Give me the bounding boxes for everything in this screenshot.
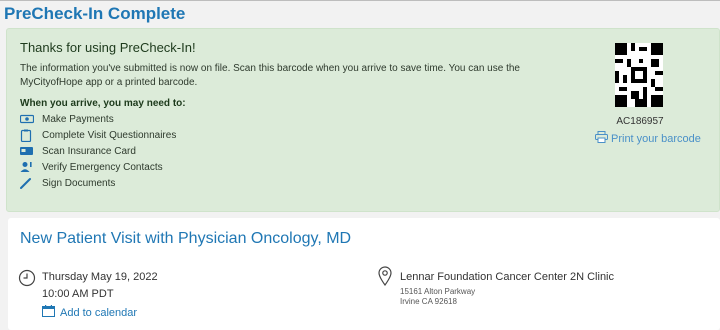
arrive-heading: When you arrive, you may need to: bbox=[20, 98, 186, 109]
task-label: Make Payments bbox=[42, 113, 114, 125]
print-barcode-link[interactable]: Print your barcode bbox=[595, 131, 701, 146]
task-label: Scan Insurance Card bbox=[42, 145, 136, 157]
page-title: PreCheck-In Complete bbox=[4, 4, 186, 23]
success-title: Thanks for using PreCheck-In! bbox=[20, 40, 196, 55]
address-line-2: Irvine CA 92618 bbox=[400, 297, 457, 306]
arrival-task-list: Make Payments Complete Visit Questionnai… bbox=[20, 111, 176, 191]
task-label: Complete Visit Questionnaires bbox=[42, 129, 177, 141]
success-message: The information you've submitted is now … bbox=[20, 63, 520, 88]
task-label: Sign Documents bbox=[42, 177, 116, 189]
visit-date: Thursday May 19, 2022 bbox=[42, 271, 158, 283]
task-scan-insurance-card: Scan Insurance Card bbox=[20, 143, 176, 159]
calendar-icon bbox=[42, 305, 55, 320]
location-name: Lennar Foundation Cancer Center 2N Clini… bbox=[400, 271, 615, 283]
task-verify-emergency-contacts: Verify Emergency Contacts bbox=[20, 159, 176, 175]
location-pin-icon bbox=[378, 266, 392, 286]
task-sign-documents: Sign Documents bbox=[20, 175, 176, 191]
print-barcode-label: Print your barcode bbox=[611, 132, 701, 145]
top-divider bbox=[0, 0, 720, 1]
clock-icon bbox=[18, 269, 36, 287]
visit-time: 10:00 AM PDT bbox=[42, 288, 114, 300]
task-visit-questionnaires: Complete Visit Questionnaires bbox=[20, 127, 176, 143]
task-label: Verify Emergency Contacts bbox=[42, 161, 163, 173]
task-make-payments: Make Payments bbox=[20, 111, 176, 127]
precheckin-success-panel: Thanks for using PreCheck-In! The inform… bbox=[6, 28, 720, 212]
contacts-icon bbox=[20, 161, 42, 173]
visit-title[interactable]: New Patient Visit with Physician Oncolog… bbox=[20, 230, 351, 248]
pen-icon bbox=[20, 177, 42, 189]
barcode-code: AC186957 bbox=[616, 116, 664, 127]
questionnaire-icon bbox=[20, 129, 42, 142]
add-to-calendar-label: Add to calendar bbox=[60, 306, 138, 319]
insurance-card-icon bbox=[20, 146, 42, 156]
appointment-card: New Patient Visit with Physician Oncolog… bbox=[8, 218, 720, 330]
address-line-1: 15161 Alton Parkway bbox=[400, 287, 476, 296]
add-to-calendar-link[interactable]: Add to calendar bbox=[42, 305, 137, 320]
printer-icon bbox=[595, 131, 608, 146]
checkin-barcode bbox=[615, 43, 663, 107]
payment-icon bbox=[20, 114, 42, 124]
